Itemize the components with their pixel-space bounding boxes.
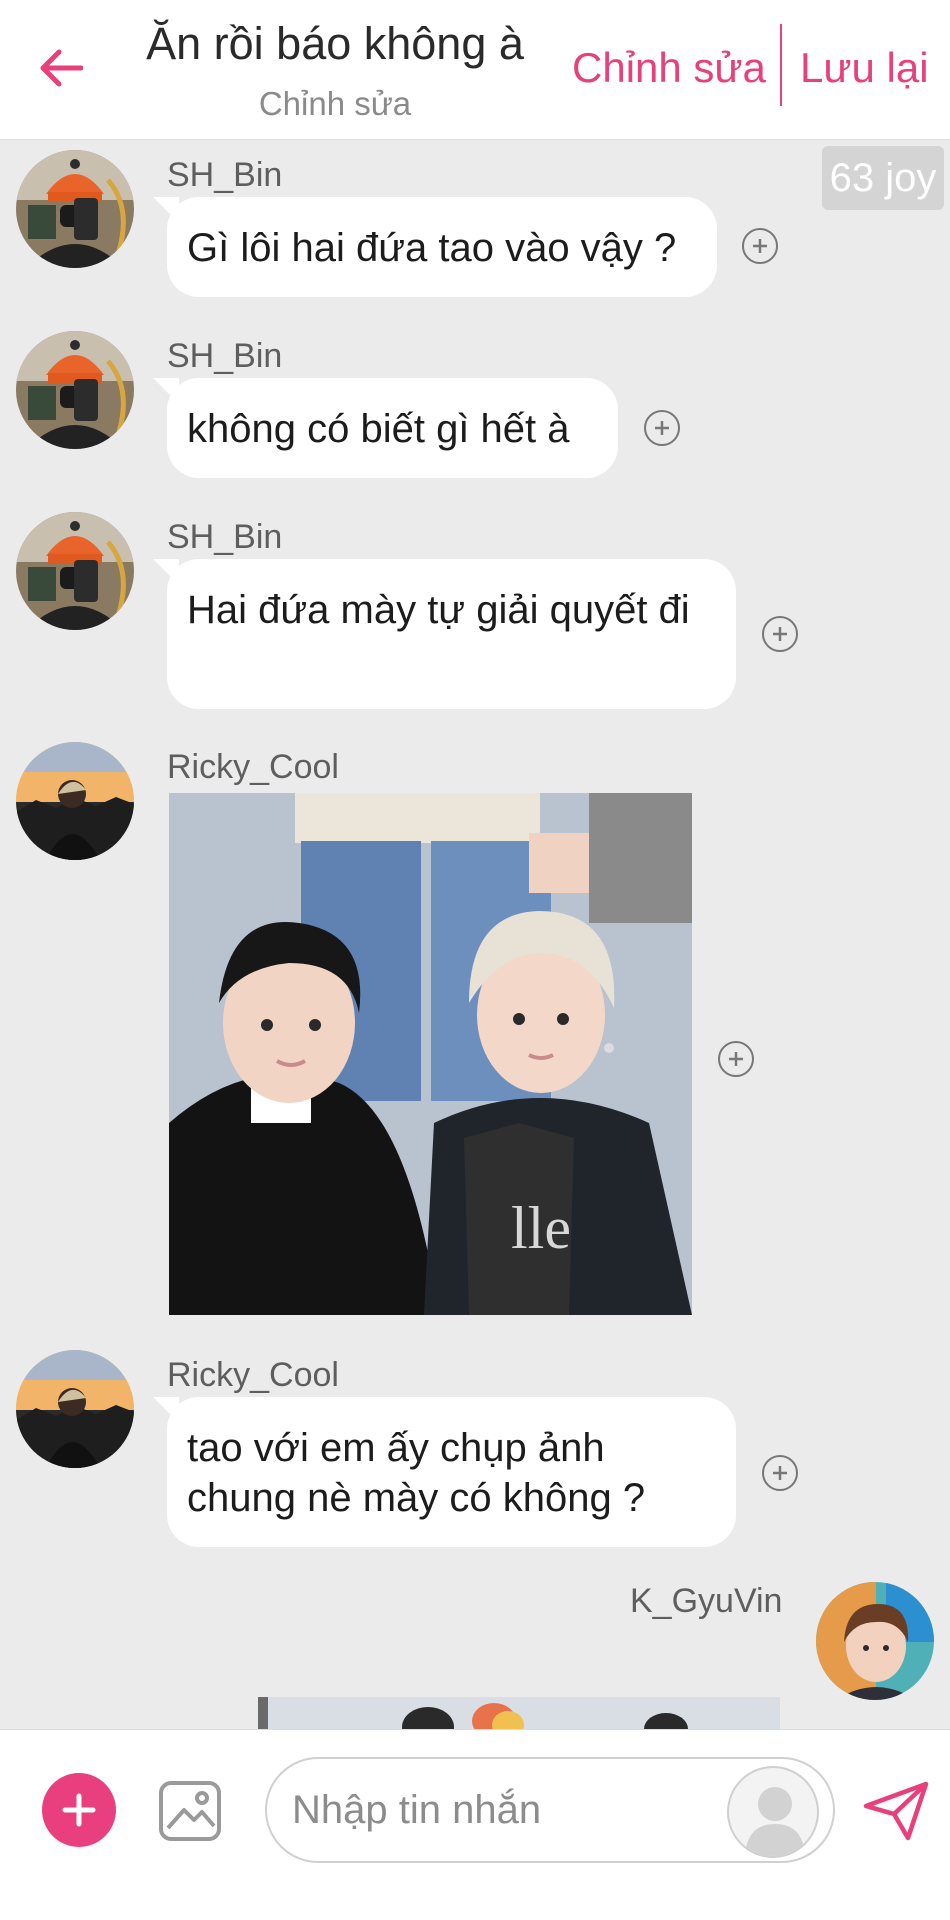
add-reaction-icon — [773, 627, 787, 641]
avatar-sh-bin[interactable] — [16, 331, 134, 449]
edit-button[interactable]: Chỉnh sửa — [572, 40, 766, 96]
composer-bar — [0, 1729, 950, 1920]
add-reaction-button[interactable] — [644, 410, 680, 446]
add-reaction-button[interactable] — [762, 616, 798, 652]
save-button[interactable]: Lưu lại — [800, 40, 929, 96]
sender-name: K_GyuVin — [630, 1582, 783, 1620]
image-button[interactable] — [158, 1780, 222, 1842]
send-button[interactable] — [862, 1778, 932, 1842]
sender-name: Ricky_Cool — [167, 1356, 339, 1394]
message-list[interactable]: 63 joy SH_Bin Gì lôi hai đứa tao vào vậy… — [0, 141, 950, 1729]
shared-photo[interactable]: lle — [169, 793, 692, 1315]
sender-name: Ricky_Cool — [167, 748, 339, 786]
shared-photo[interactable] — [258, 1697, 780, 1729]
sender-name: SH_Bin — [167, 518, 283, 556]
message-bubble[interactable]: tao với em ấy chụp ảnh chung nè mày có k… — [153, 1397, 736, 1547]
message-bubble[interactable]: Hai đứa mày tự giải quyết đi — [153, 559, 736, 709]
add-reaction-button[interactable] — [762, 1455, 798, 1491]
joy-badge: 63 joy — [822, 146, 944, 210]
plus-icon — [62, 1793, 96, 1827]
avatar-ricky-cool[interactable] — [16, 1350, 134, 1468]
sender-name: SH_Bin — [167, 156, 283, 194]
header-divider — [780, 24, 782, 106]
message-text: Gì lôi hai đứa tao vào vậy ? — [187, 226, 677, 270]
message-bubble[interactable]: không có biết gì hết à — [153, 378, 618, 478]
message-input[interactable] — [292, 1787, 712, 1833]
sender-name: SH_Bin — [167, 337, 283, 375]
add-reaction-button[interactable] — [742, 228, 778, 264]
message-text: Hai đứa mày tự giải quyết đi — [187, 588, 690, 632]
back-arrow-icon — [40, 49, 83, 87]
sticker-icon — [745, 1787, 805, 1856]
sticker-button[interactable] — [727, 1766, 819, 1858]
back-button[interactable] — [30, 38, 90, 98]
add-reaction-icon — [773, 1466, 787, 1480]
avatar-sh-bin[interactable] — [16, 512, 134, 630]
chat-title-group: Ăn rồi báo không à Chỉnh sửa — [110, 14, 560, 126]
avatar-k-gyuvin[interactable] — [816, 1582, 934, 1700]
message-bubble[interactable]: Gì lôi hai đứa tao vào vậy ? — [153, 197, 717, 297]
image-icon — [159, 1781, 221, 1841]
add-reaction-button[interactable] — [718, 1041, 754, 1077]
add-reaction-icon — [655, 421, 669, 435]
chat-title: Ăn rồi báo không à — [146, 18, 524, 69]
add-attachment-button[interactable] — [42, 1773, 116, 1847]
svg-text:lle: lle — [511, 1195, 571, 1261]
avatar-sh-bin[interactable] — [16, 150, 134, 268]
message-text: không có biết gì hết à — [187, 407, 570, 451]
add-reaction-icon — [729, 1052, 743, 1066]
chat-header: Ăn rồi báo không à Chỉnh sửa Chỉnh sửa L… — [0, 0, 950, 140]
avatar-ricky-cool[interactable] — [16, 742, 134, 860]
add-reaction-icon — [753, 239, 767, 253]
message-input-wrap[interactable] — [265, 1757, 835, 1863]
chat-subtitle: Chỉnh sửa — [258, 85, 412, 122]
message-text: tao với em ấy chụp ảnh chung nè mày có k… — [187, 1426, 646, 1520]
send-icon — [863, 1781, 929, 1841]
